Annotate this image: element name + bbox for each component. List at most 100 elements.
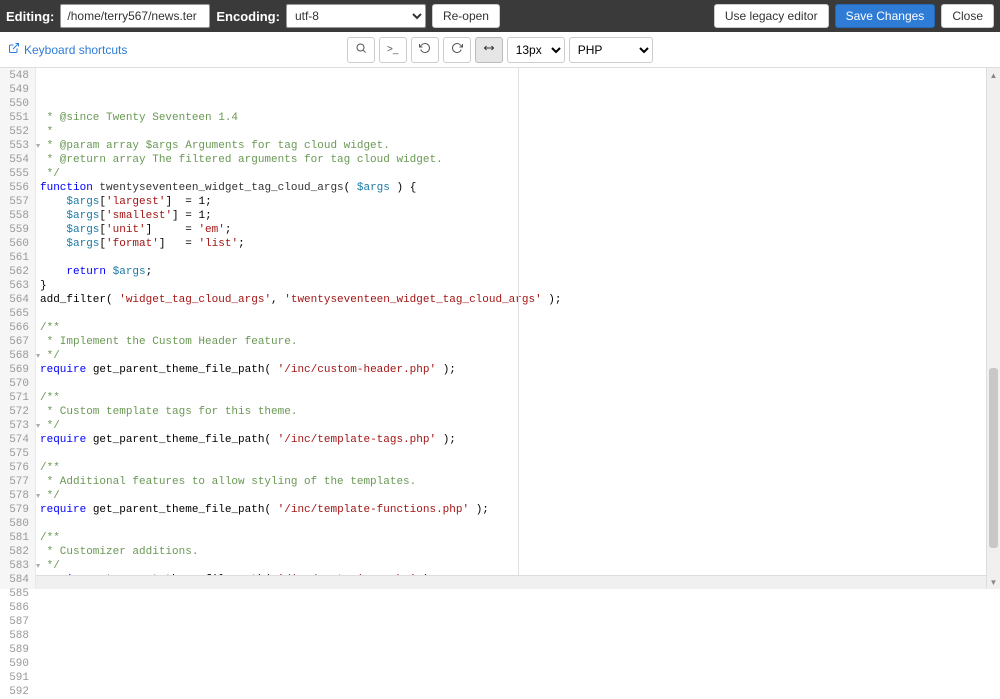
line-number: 571 bbox=[4, 391, 29, 405]
code-line[interactable]: * bbox=[40, 125, 1000, 139]
code-line[interactable]: * Custom template tags for this theme. bbox=[40, 405, 1000, 419]
line-number: 575 bbox=[4, 447, 29, 461]
encoding-select[interactable]: utf-8 bbox=[286, 4, 426, 28]
code-line[interactable] bbox=[40, 517, 1000, 531]
undo-icon bbox=[419, 42, 431, 57]
code-line[interactable]: */ bbox=[40, 489, 1000, 503]
line-number: 585 bbox=[4, 587, 29, 601]
scroll-down-arrow[interactable]: ▼ bbox=[987, 575, 1000, 589]
wrap-button[interactable] bbox=[475, 37, 503, 63]
code-line[interactable]: /** bbox=[40, 461, 1000, 475]
keyboard-shortcuts-link[interactable]: Keyboard shortcuts bbox=[8, 42, 127, 57]
code-line[interactable]: $args['format'] = 'list'; bbox=[40, 237, 1000, 251]
code-line[interactable]: /** bbox=[40, 321, 1000, 335]
line-number: 555 bbox=[4, 167, 29, 181]
line-number: 559 bbox=[4, 223, 29, 237]
code-line[interactable] bbox=[40, 447, 1000, 461]
line-number-gutter: 5485495505515525535545555565575585595605… bbox=[0, 68, 36, 589]
editing-label: Editing: bbox=[6, 9, 54, 24]
external-link-icon bbox=[8, 42, 20, 57]
code-line[interactable]: */ bbox=[40, 559, 1000, 573]
vertical-scrollbar[interactable]: ▲ ▼ bbox=[986, 68, 1000, 589]
line-number: 552 bbox=[4, 125, 29, 139]
save-changes-button[interactable]: Save Changes bbox=[835, 4, 936, 28]
redo-button[interactable] bbox=[443, 37, 471, 63]
code-line[interactable]: add_filter( 'widget_tag_cloud_args', 'tw… bbox=[40, 293, 1000, 307]
code-line[interactable]: } bbox=[40, 279, 1000, 293]
wrap-icon bbox=[483, 42, 495, 57]
line-number: 548 bbox=[4, 69, 29, 83]
file-path-input[interactable] bbox=[60, 4, 210, 28]
undo-button[interactable] bbox=[411, 37, 439, 63]
reopen-button[interactable]: Re-open bbox=[432, 4, 500, 28]
code-line[interactable]: require get_parent_theme_file_path( '/in… bbox=[40, 363, 1000, 377]
code-line[interactable] bbox=[40, 251, 1000, 265]
line-number: 588 bbox=[4, 629, 29, 643]
redo-icon bbox=[451, 42, 463, 57]
code-line[interactable]: function twentyseventeen_widget_tag_clou… bbox=[40, 181, 1000, 195]
code-line[interactable]: */ bbox=[40, 167, 1000, 181]
code-line[interactable]: * Customizer additions. bbox=[40, 545, 1000, 559]
code-line[interactable]: /** bbox=[40, 391, 1000, 405]
scroll-up-arrow[interactable]: ▲ bbox=[987, 68, 1000, 82]
code-line[interactable]: $args['largest'] = 1; bbox=[40, 195, 1000, 209]
line-number: 576 bbox=[4, 461, 29, 475]
line-number: 554 bbox=[4, 153, 29, 167]
code-content[interactable]: * @since Twenty Seventeen 1.4 * * @param… bbox=[36, 68, 1000, 589]
code-line[interactable]: * @since Twenty Seventeen 1.4 bbox=[40, 111, 1000, 125]
code-line[interactable]: * Additional features to allow styling o… bbox=[40, 475, 1000, 489]
search-button[interactable] bbox=[347, 37, 375, 63]
font-size-select[interactable]: 13px bbox=[507, 37, 565, 63]
line-number: 574 bbox=[4, 433, 29, 447]
line-number: 590 bbox=[4, 657, 29, 671]
horizontal-scrollbar[interactable] bbox=[36, 575, 986, 589]
legacy-editor-button[interactable]: Use legacy editor bbox=[714, 4, 829, 28]
line-number: 592 bbox=[4, 685, 29, 699]
line-number: 558 bbox=[4, 209, 29, 223]
line-number: 578 bbox=[4, 489, 29, 503]
line-number: 560 bbox=[4, 237, 29, 251]
code-line[interactable]: /** bbox=[40, 531, 1000, 545]
line-number: 579 bbox=[4, 503, 29, 517]
top-toolbar: Editing: Encoding: utf-8 Re-open Use leg… bbox=[0, 0, 1000, 32]
line-number: 572 bbox=[4, 405, 29, 419]
close-button[interactable]: Close bbox=[941, 4, 994, 28]
code-line[interactable]: $args['smallest'] = 1; bbox=[40, 209, 1000, 223]
code-line[interactable] bbox=[40, 307, 1000, 321]
line-number: 551 bbox=[4, 111, 29, 125]
language-select[interactable]: PHP bbox=[569, 37, 653, 63]
code-line[interactable]: require get_parent_theme_file_path( '/in… bbox=[40, 433, 1000, 447]
line-number: 561 bbox=[4, 251, 29, 265]
line-number: 586 bbox=[4, 601, 29, 615]
line-number: 587 bbox=[4, 615, 29, 629]
line-number: 584 bbox=[4, 573, 29, 587]
line-number: 566 bbox=[4, 321, 29, 335]
code-line[interactable]: return $args; bbox=[40, 265, 1000, 279]
line-number: 591 bbox=[4, 671, 29, 685]
center-guide-line bbox=[518, 68, 519, 589]
line-number: 567 bbox=[4, 335, 29, 349]
keyboard-shortcuts-label: Keyboard shortcuts bbox=[24, 43, 127, 57]
line-number: 581 bbox=[4, 531, 29, 545]
search-icon bbox=[355, 42, 367, 57]
line-number: 569 bbox=[4, 363, 29, 377]
editor-toolbar: Keyboard shortcuts >_ 13px PHP bbox=[0, 32, 1000, 68]
line-number: 589 bbox=[4, 643, 29, 657]
vertical-scroll-thumb[interactable] bbox=[989, 368, 998, 548]
line-number: 562 bbox=[4, 265, 29, 279]
line-number: 557 bbox=[4, 195, 29, 209]
line-number: 573 bbox=[4, 419, 29, 433]
code-line[interactable]: */ bbox=[40, 419, 1000, 433]
code-line[interactable]: * @return array The filtered arguments f… bbox=[40, 153, 1000, 167]
console-button[interactable]: >_ bbox=[379, 37, 407, 63]
line-number: 570 bbox=[4, 377, 29, 391]
code-line[interactable]: * @param array $args Arguments for tag c… bbox=[40, 139, 1000, 153]
code-line[interactable]: require get_parent_theme_file_path( '/in… bbox=[40, 503, 1000, 517]
line-number: 577 bbox=[4, 475, 29, 489]
code-line[interactable] bbox=[40, 377, 1000, 391]
code-line[interactable]: * Implement the Custom Header feature. bbox=[40, 335, 1000, 349]
line-number: 553 bbox=[4, 139, 29, 153]
code-line[interactable]: */ bbox=[40, 349, 1000, 363]
code-line[interactable]: $args['unit'] = 'em'; bbox=[40, 223, 1000, 237]
line-number: 568 bbox=[4, 349, 29, 363]
